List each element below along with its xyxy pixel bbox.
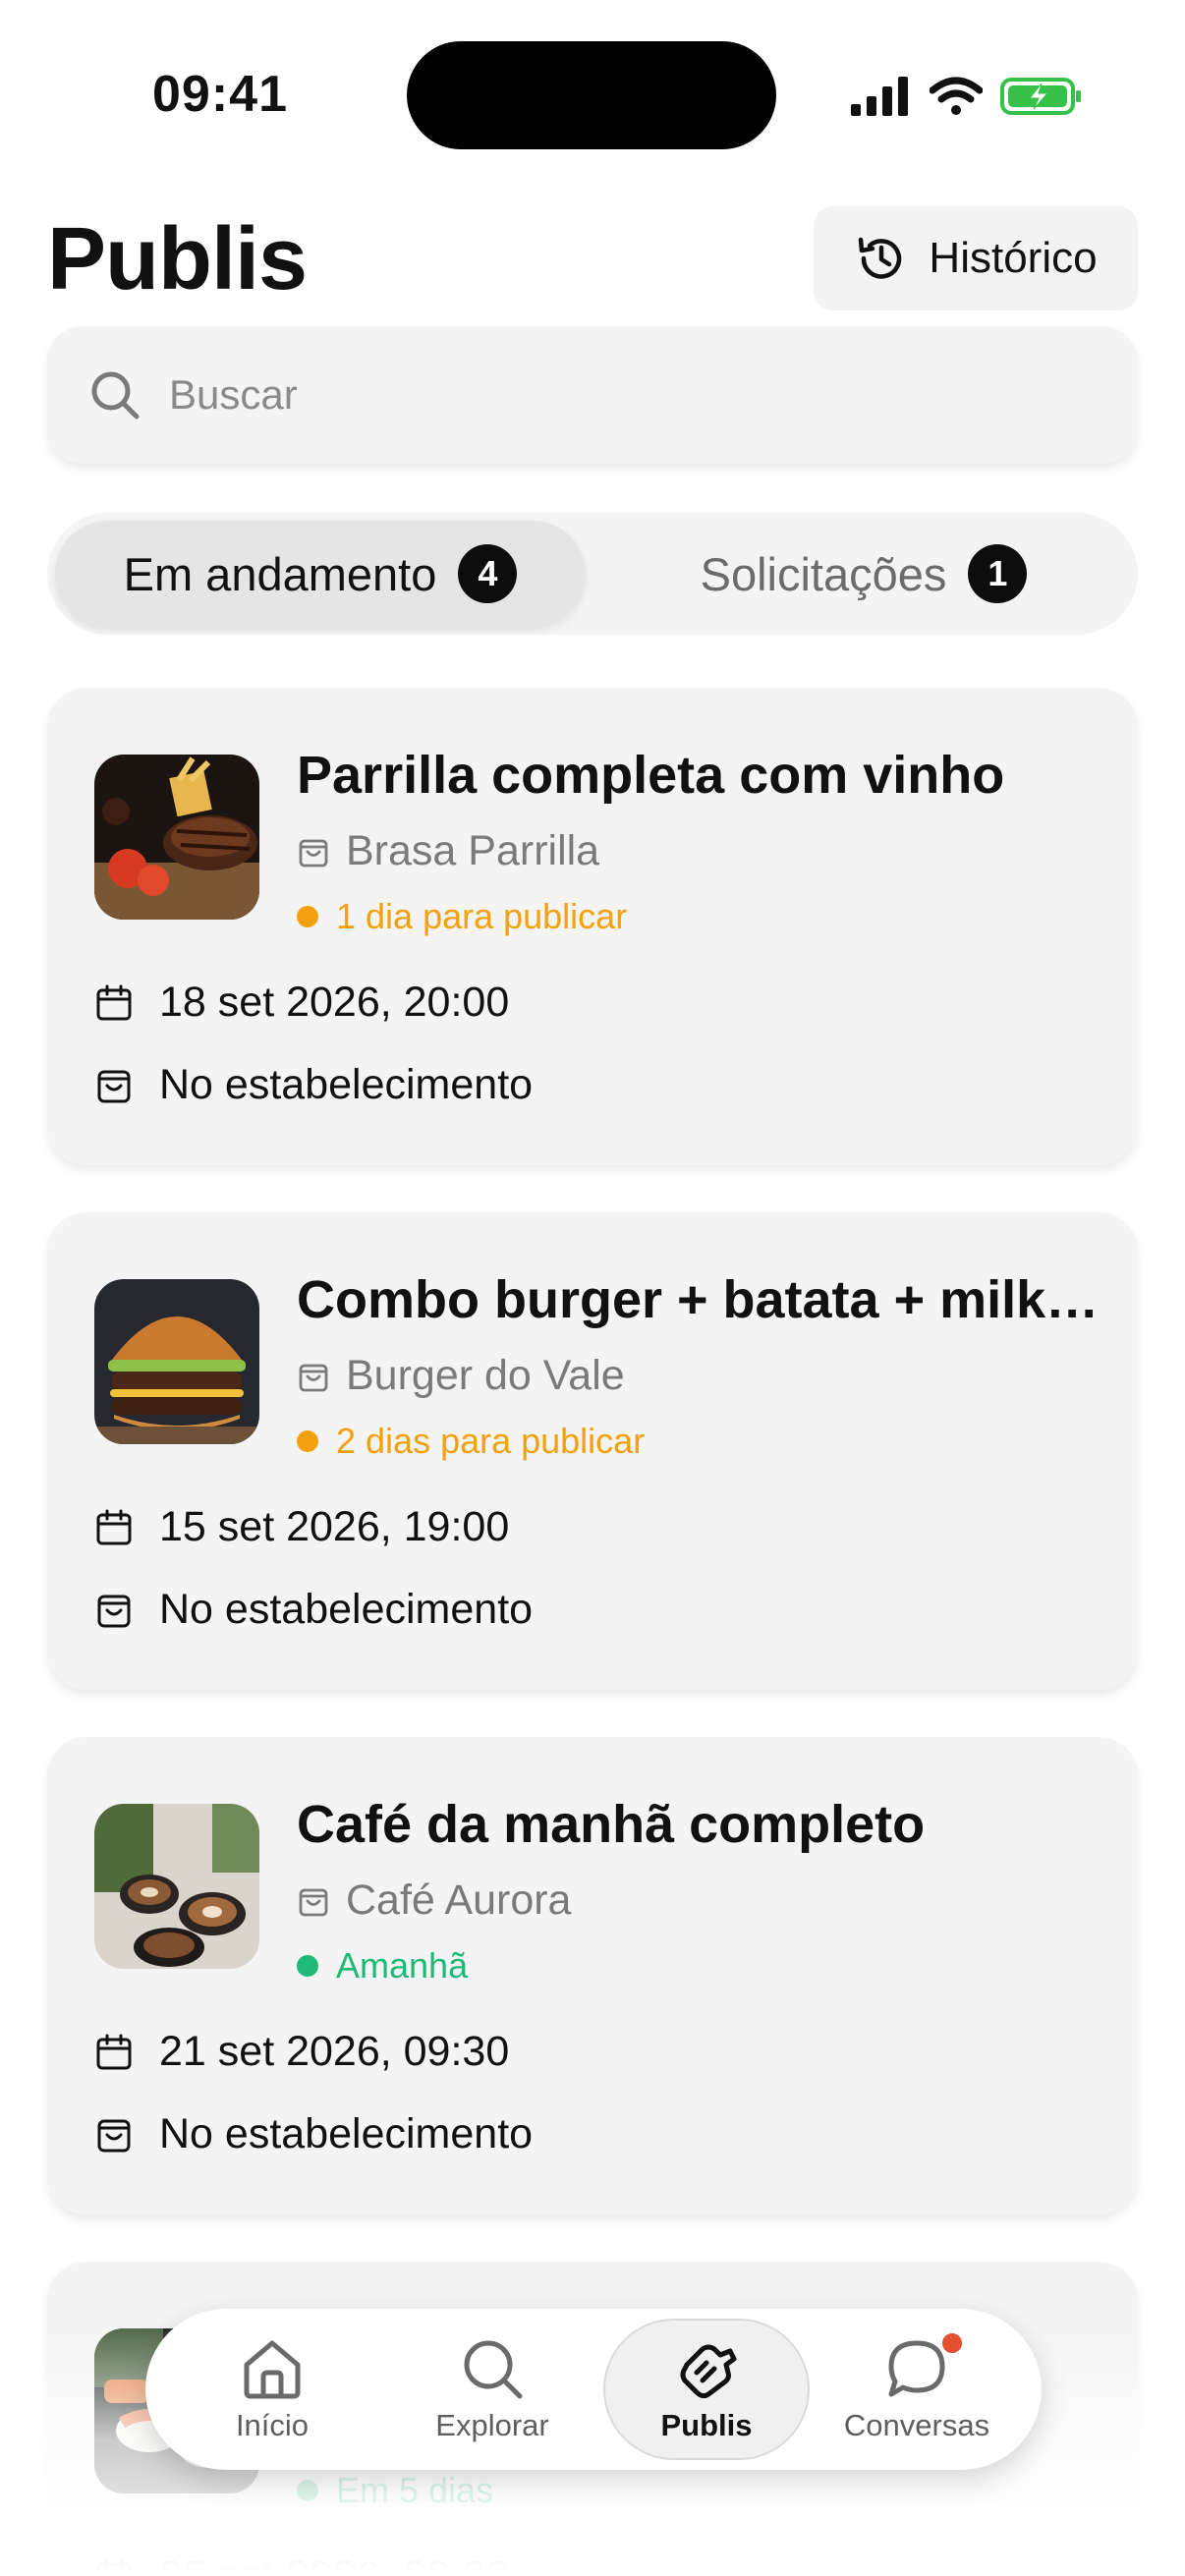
battery-charging-icon [1000,78,1081,115]
card-date: 18 set 2026, 20:00 [94,979,509,1027]
history-label: Histórico [929,234,1098,282]
search-bar[interactable] [47,326,1138,464]
card-date: 21 set 2026, 09:30 [94,2028,509,2076]
shopping-bag-icon [299,1888,328,1916]
tab-label: Explorar [435,2408,549,2442]
card-title: Combo burger + batata + milkshake [297,1270,1102,1329]
calendar-icon [96,1509,132,1544]
calendar-icon [96,2558,132,2576]
place-name: Café Aurora [346,1876,572,1924]
card-date: 25 set 2026, 20:00 [94,2552,509,2576]
card-place: Burger do Vale [297,1352,625,1400]
publi-card[interactable]: Parrilla completa com vinho Brasa Parril… [47,688,1138,1165]
card-status: Amanhã [297,1945,468,1987]
card-date: 15 set 2026, 19:00 [94,1503,509,1551]
calendar-icon [96,2034,132,2069]
tab-publis[interactable]: Publis [603,2319,810,2460]
dynamic-island [407,41,776,149]
status-dot [297,2480,318,2501]
tab-bar: Início Explorar Publis Conversas [145,2309,1042,2470]
publi-card[interactable]: Café da manhã completo Café Aurora Amanh… [47,1737,1138,2214]
home-icon [244,2340,301,2399]
status-dot [297,906,318,927]
date-text: 21 set 2026, 09:30 [159,2028,510,2075]
card-title: Café da manhã completo [297,1795,926,1854]
card-location: No estabelecimento [94,2110,533,2158]
tab-label: Solicitações [700,547,947,600]
page-title: Publis [47,210,308,308]
search-icon [464,2340,523,2399]
status-time: 09:41 [152,66,288,123]
date-text: 25 set 2026, 20:00 [159,2552,510,2576]
cellular-signal-icon [851,77,908,116]
shopping-bag-icon [97,1070,131,1102]
calendar-icon [96,984,132,1020]
tab-label: Início [235,2408,310,2442]
grilled-ribs-photo [94,755,259,920]
count-badge: 1 [968,544,1028,603]
history-icon [859,237,902,279]
wifi-icon [930,77,983,115]
notification-dot [939,2330,965,2356]
status-text: Em 5 dias [336,2470,494,2510]
location-text: No estabelecimento [159,1586,534,1633]
tab-label: Publis [660,2408,753,2442]
date-text: 15 set 2026, 19:00 [159,1503,510,1550]
place-name: Brasa Parrilla [346,827,600,874]
card-status: Em 5 dias [297,2470,493,2511]
place-name: Burger do Vale [346,1352,625,1399]
count-badge: 4 [458,544,518,603]
status-icons [851,71,1083,122]
card-place: Brasa Parrilla [297,827,599,875]
tab-inicio[interactable]: Início [169,2319,375,2460]
card-status: 1 dia para publicar [297,896,627,937]
shopping-bag-icon [299,839,328,867]
history-button[interactable]: Histórico [814,206,1138,310]
status-text: 1 dia para publicar [336,896,628,936]
card-place: Café Aurora [297,1876,571,1925]
status-text: Amanhã [336,1945,469,1986]
status-dot [297,1430,318,1452]
segmented-control: Em andamento 4 Solicitações 1 [47,513,1138,635]
status-dot [297,1955,318,1977]
search-input[interactable] [169,371,1053,419]
search-icon [91,371,140,420]
burger-photo [94,1279,259,1444]
status-text: 2 dias para publicar [336,1421,646,1461]
publi-card[interactable]: Combo burger + batata + milkshake Burger… [47,1212,1138,1690]
tab-conversas[interactable]: Conversas [814,2319,1020,2460]
publis-icon [680,2344,737,2399]
card-title: Parrilla completa com vinho [297,746,1005,805]
tab-label: Conversas [843,2408,990,2442]
tab-em-andamento[interactable]: Em andamento 4 [55,521,586,627]
tab-label: Em andamento [123,547,437,600]
shopping-bag-icon [97,1595,131,1627]
card-location: No estabelecimento [94,1586,533,1634]
card-status: 2 dias para publicar [297,1421,645,1462]
card-location: No estabelecimento [94,1061,533,1109]
tab-solicitacoes[interactable]: Solicitações 1 [597,521,1130,627]
shopping-bag-icon [97,2119,131,2152]
shopping-bag-icon [299,1364,328,1391]
location-text: No estabelecimento [159,1061,534,1108]
date-text: 18 set 2026, 20:00 [159,979,510,1026]
tab-explorar[interactable]: Explorar [389,2319,595,2460]
coffee-photo [94,1804,259,1969]
location-text: No estabelecimento [159,2110,534,2157]
